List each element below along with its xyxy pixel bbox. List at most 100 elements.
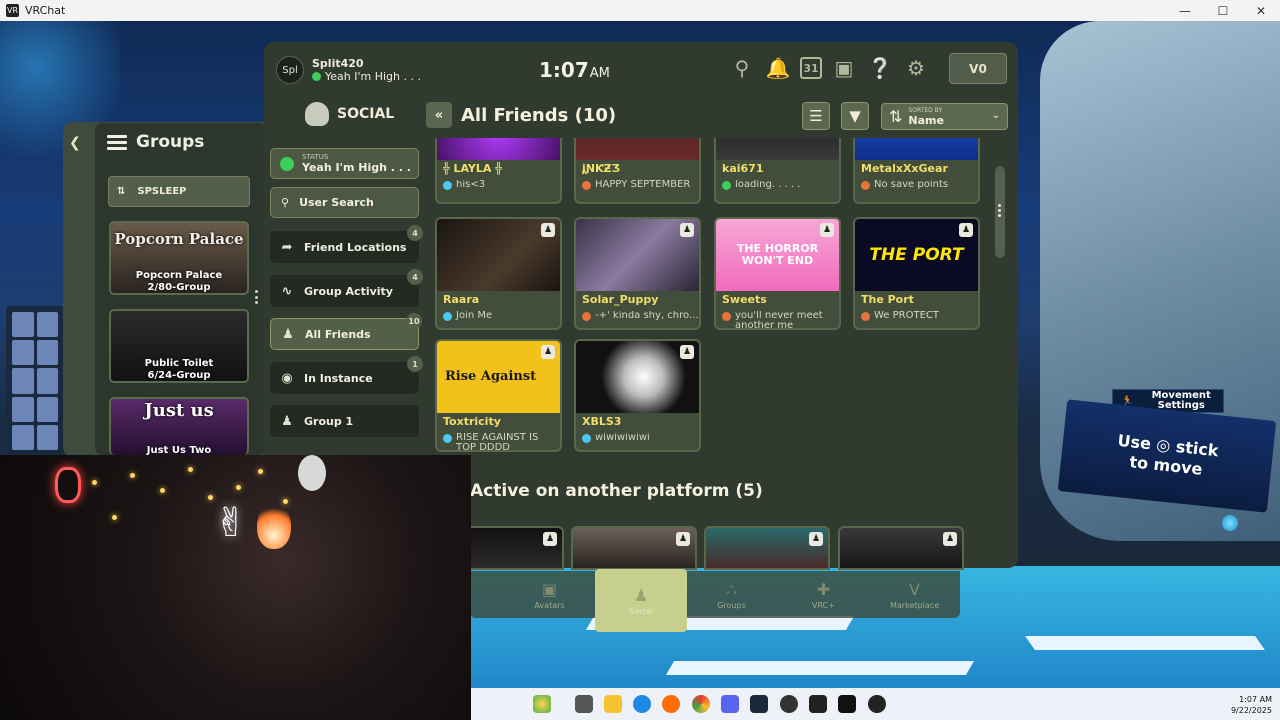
bell-icon[interactable]: 🔔 <box>764 54 792 82</box>
friend-status: We PROTECT <box>874 311 939 321</box>
friend-name: ╬ LAYLA ╬ <box>443 162 502 175</box>
search-icon[interactable]: ⚲ <box>728 54 756 82</box>
friend-card[interactable]: THE PORT ♟ The Port We PROTECT <box>853 217 980 330</box>
group-card-just-us-two[interactable]: Just us Just Us Two <box>109 397 249 455</box>
friend-card[interactable]: ♟ <box>704 526 830 570</box>
friend-card[interactable]: ♟ Raara Join Me <box>435 217 562 330</box>
list-view-icon[interactable]: ☰ <box>802 102 830 130</box>
status-dot <box>582 312 591 321</box>
avatar-icon: ▣ <box>541 580 558 599</box>
friend-status: loading. . . . . <box>735 180 801 190</box>
friend-card[interactable]: kai671 loading. . . . . <box>714 138 841 204</box>
avatar[interactable]: Spl <box>276 56 304 84</box>
taskbar-time: 1:07 AM <box>1239 695 1272 704</box>
app-icon[interactable] <box>809 695 827 713</box>
user-profile-header[interactable]: Spl Split420 Yeah I'm High . . . <box>276 56 421 84</box>
world-ball <box>1222 515 1238 531</box>
nav-badge: 4 <box>407 269 423 285</box>
nav-all-friends[interactable]: ♟ All Friends 10 <box>270 313 422 350</box>
group-count: 6/24-Group <box>147 370 211 381</box>
friend-status: you'll never meet another me <box>735 311 823 330</box>
edge-icon[interactable] <box>633 695 651 713</box>
nav-in-instance[interactable]: ◉ In Instance 1 <box>270 356 423 394</box>
groups-sort-button[interactable]: ⇅ SPSLEEP <box>108 176 250 207</box>
friend-name: kai671 <box>722 162 764 175</box>
gear-icon[interactable]: ⚙ <box>902 54 930 82</box>
nav-group-1[interactable]: ♟ Group 1 <box>270 405 419 437</box>
friend-card[interactable]: ♟ <box>571 526 697 570</box>
maximize-button[interactable]: ☐ <box>1204 0 1242 21</box>
tab-label: VRC+ <box>812 601 835 610</box>
user-search-button[interactable]: ⚲ User Search <box>270 187 419 218</box>
steam-icon[interactable] <box>750 695 768 713</box>
minimize-button[interactable]: — <box>1166 0 1204 21</box>
nav-label: Group Activity <box>304 284 393 298</box>
help-icon[interactable]: ❔ <box>866 54 894 82</box>
trust-rank-icon: ♟ <box>676 532 690 546</box>
status-dot <box>861 181 870 190</box>
status-selector[interactable]: STATUS Yeah I'm High . . . <box>270 148 419 179</box>
firefox-icon[interactable] <box>662 695 680 713</box>
trust-rank-icon: ♟ <box>680 345 694 359</box>
user-status-text: Yeah I'm High . . . <box>325 70 421 83</box>
search-icon: ⚲ <box>281 196 290 209</box>
trust-rank-icon: ♟ <box>959 223 973 237</box>
trust-rank-icon: ♟ <box>680 223 694 237</box>
tab-avatars[interactable]: ▣ Avatars <box>502 572 597 618</box>
friend-thumbnail <box>576 138 699 160</box>
trust-rank-icon: ♟ <box>809 532 823 546</box>
discord-icon[interactable] <box>721 695 739 713</box>
friend-status: his<3 <box>456 180 486 190</box>
friend-thumbnail: SONIC <box>855 138 978 160</box>
friend-status: RISE AGAINST IS TOP DDDD <box>456 433 539 452</box>
status-dot <box>861 312 870 321</box>
task-view-icon[interactable] <box>575 695 593 713</box>
friend-card[interactable]: ♟ XBLS3 wiwiwiwiwi <box>574 339 701 452</box>
group-count: 2/80-Group <box>147 282 211 293</box>
clock: 1:07AM <box>539 58 610 82</box>
tab-marketplace[interactable]: V Marketplace <box>867 572 962 618</box>
friend-card[interactable]: ♟ Solar_Puppy -+' kinda shy, chro... <box>574 217 701 330</box>
friend-card[interactable]: ʝƝƘƵƷ HAPPY SEPTEMBER <box>574 138 701 204</box>
friend-card[interactable]: Rise Against ♟ Toxtricity RISE AGAINST I… <box>435 339 562 452</box>
app-icon[interactable] <box>868 695 886 713</box>
marketplace-icon: V <box>909 580 920 599</box>
trust-rank-icon: ♟ <box>820 223 834 237</box>
tab-social[interactable]: ♟ Social <box>595 569 687 632</box>
friend-card[interactable]: THE HORROR WON'T END ♟ Sweets you'll nev… <box>714 217 841 330</box>
menu-icon[interactable] <box>107 134 127 150</box>
file-explorer-icon[interactable] <box>604 695 622 713</box>
nav-label: In Instance <box>304 371 373 385</box>
obs-icon[interactable] <box>780 695 798 713</box>
chrome-icon[interactable] <box>692 695 710 713</box>
nav-friend-locations[interactable]: ➦ Friend Locations 4 <box>270 225 423 263</box>
calendar-icon[interactable]: 31 <box>800 57 822 79</box>
group-card-popcorn-palace[interactable]: Popcorn Palace Popcorn Palace 2/80-Group <box>109 221 249 295</box>
tab-vrc-plus[interactable]: ✚ VRC+ <box>776 572 871 618</box>
friend-card[interactable]: ╬ LAYLA ╬ his<3 <box>435 138 562 204</box>
store-icon[interactable]: ▣ <box>830 54 858 82</box>
tab-groups[interactable]: ∴ Groups <box>684 572 779 618</box>
close-button[interactable]: ✕ <box>1242 0 1280 21</box>
collapse-chevron-icon[interactable]: « <box>426 102 452 128</box>
sort-dropdown[interactable]: ⇅ SORTED BY Name ⌄ <box>881 103 1008 130</box>
friends-grid: ╬ LAYLA ╬ his<3 ʝƝƘƵƷ HAPPY SEPTEMBER ka… <box>430 138 990 456</box>
taskbar-clock[interactable]: 1:07 AM 9/22/2025 <box>1220 694 1272 716</box>
nav-badge: 1 <box>407 356 423 372</box>
nav-label: All Friends <box>305 327 371 341</box>
status-value: Yeah I'm High . . . <box>302 161 411 174</box>
friend-status: -+' kinda shy, chro... <box>595 311 698 321</box>
friend-card[interactable]: SONIC MetalxXxGear No save points <box>853 138 980 204</box>
friend-name: Toxtricity <box>443 415 501 428</box>
group-logo-text: Just us <box>144 400 214 421</box>
nav-group-activity[interactable]: ∿ Group Activity 4 <box>270 269 423 307</box>
friend-card[interactable]: ♟ <box>838 526 964 570</box>
widgets-icon[interactable] <box>533 695 551 713</box>
vrchat-taskbar-icon[interactable] <box>838 695 856 713</box>
group-card-public-toilet[interactable]: Public Toilet 6/24-Group <box>109 309 249 383</box>
status-dot <box>722 312 731 321</box>
groups-scroll-handle[interactable] <box>255 290 259 304</box>
filter-icon[interactable]: ▼ <box>841 102 869 130</box>
more-options-icon[interactable] <box>998 204 1001 217</box>
vrc-credits-button[interactable]: V0 <box>949 53 1007 84</box>
